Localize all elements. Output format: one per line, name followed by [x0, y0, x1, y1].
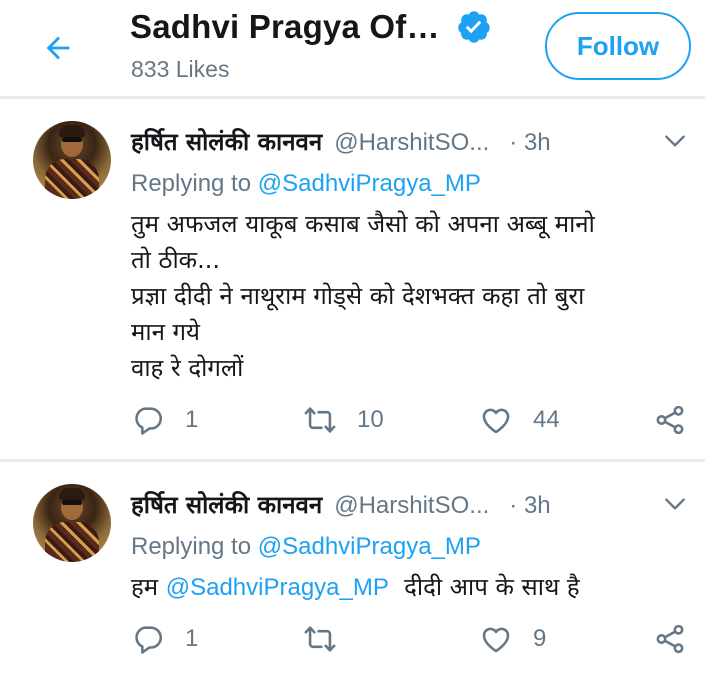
tweet-text-line: तुम अफजल याकूब कसाब जैसो को अपना अब्बू म…	[131, 210, 595, 238]
tweet[interactable]: हर्षित सोलंकी कानवन @HarshitSO... · 3h R…	[0, 99, 705, 462]
replying-to-label: Replying to	[131, 533, 258, 560]
profile-header: Sadhvi Pragya Of… 833 Likes Follow	[0, 0, 705, 96]
reply-count: 1	[185, 625, 199, 652]
back-button[interactable]	[38, 28, 78, 68]
tweet-text-line: प्रज्ञा दीदी ने नाथूराम गोड्से को देशभक्…	[131, 282, 585, 310]
tweet-text-line: तो ठीक...	[131, 246, 221, 274]
replying-to: Replying to @SadhviPragya_MP	[131, 170, 481, 198]
share-icon	[656, 405, 684, 435]
tweet-text-line: वाह रे दोगलों	[131, 354, 244, 382]
verified-badge-icon	[456, 9, 492, 45]
like-count: 9	[533, 625, 547, 652]
author-display-name[interactable]: हर्षित सोलंकी कानवन	[131, 125, 322, 158]
author-handle[interactable]: @HarshitSO...	[334, 492, 489, 520]
tweet-text-prefix: हम	[131, 573, 166, 601]
arrow-left-icon	[46, 36, 70, 60]
retweet-count: 10	[357, 406, 384, 433]
author-handle[interactable]: @HarshitSO...	[334, 129, 489, 157]
tweet[interactable]: हर्षित सोलंकी कानवन @HarshitSO... · 3h R…	[0, 462, 705, 682]
chevron-down-icon	[665, 498, 685, 510]
tweet-menu-button[interactable]	[661, 127, 689, 155]
retweet-icon	[304, 407, 336, 433]
tweet-time[interactable]: · 3h	[509, 492, 550, 520]
tweet-actions: 1 10 44	[0, 403, 705, 443]
tweet-text: हम @SadhviPragya_MP दीदी आप के साथ है	[131, 569, 691, 606]
replying-to-mention[interactable]: @SadhviPragya_MP	[258, 533, 481, 560]
retweet-icon	[304, 626, 336, 652]
avatar[interactable]	[33, 484, 111, 562]
like-button[interactable]: 9	[479, 622, 546, 656]
likes-count: 833 Likes	[131, 56, 230, 82]
tweet-actions: 1 9	[0, 622, 705, 662]
like-count: 44	[533, 406, 560, 433]
reply-icon	[135, 626, 163, 654]
tweet-menu-button[interactable]	[661, 490, 689, 518]
header-title-row: Sadhvi Pragya Of…	[130, 8, 492, 46]
reply-icon	[135, 407, 163, 435]
author-display-name[interactable]: हर्षित सोलंकी कानवन	[131, 488, 322, 521]
tweet-time[interactable]: · 3h	[509, 129, 550, 157]
retweet-button[interactable]	[303, 622, 357, 656]
heart-icon	[482, 627, 510, 653]
page-title: Sadhvi Pragya Of…	[130, 8, 440, 45]
reply-button[interactable]: 1	[131, 622, 198, 656]
tweet-author-row: हर्षित सोलंकी कानवन @HarshitSO... · 3h	[131, 125, 551, 158]
tweet-text-line: मान गये	[131, 318, 200, 346]
tweet-text-line: हम @SadhviPragya_MP दीदी आप के साथ है	[131, 569, 691, 606]
like-button[interactable]: 44	[479, 403, 560, 437]
avatar[interactable]	[33, 121, 111, 199]
share-icon	[656, 624, 684, 654]
tweet-text-suffix: दीदी आप के साथ है	[388, 573, 580, 601]
retweet-button[interactable]: 10	[303, 403, 384, 437]
chevron-down-icon	[665, 135, 685, 147]
tweet-mention-link[interactable]: @SadhviPragya_MP	[166, 574, 389, 601]
replying-to: Replying to @SadhviPragya_MP	[131, 533, 481, 561]
reply-button[interactable]: 1	[131, 403, 198, 437]
share-button[interactable]	[653, 403, 687, 437]
replying-to-label: Replying to	[131, 170, 258, 197]
share-button[interactable]	[653, 622, 687, 656]
reply-count: 1	[185, 406, 199, 433]
tweet-author-row: हर्षित सोलंकी कानवन @HarshitSO... · 3h	[131, 488, 551, 521]
replying-to-mention[interactable]: @SadhviPragya_MP	[258, 170, 481, 197]
follow-button[interactable]: Follow	[545, 12, 691, 80]
heart-icon	[482, 408, 510, 434]
tweet-text: तुम अफजल याकूब कसाब जैसो को अपना अब्बू म…	[131, 206, 691, 386]
